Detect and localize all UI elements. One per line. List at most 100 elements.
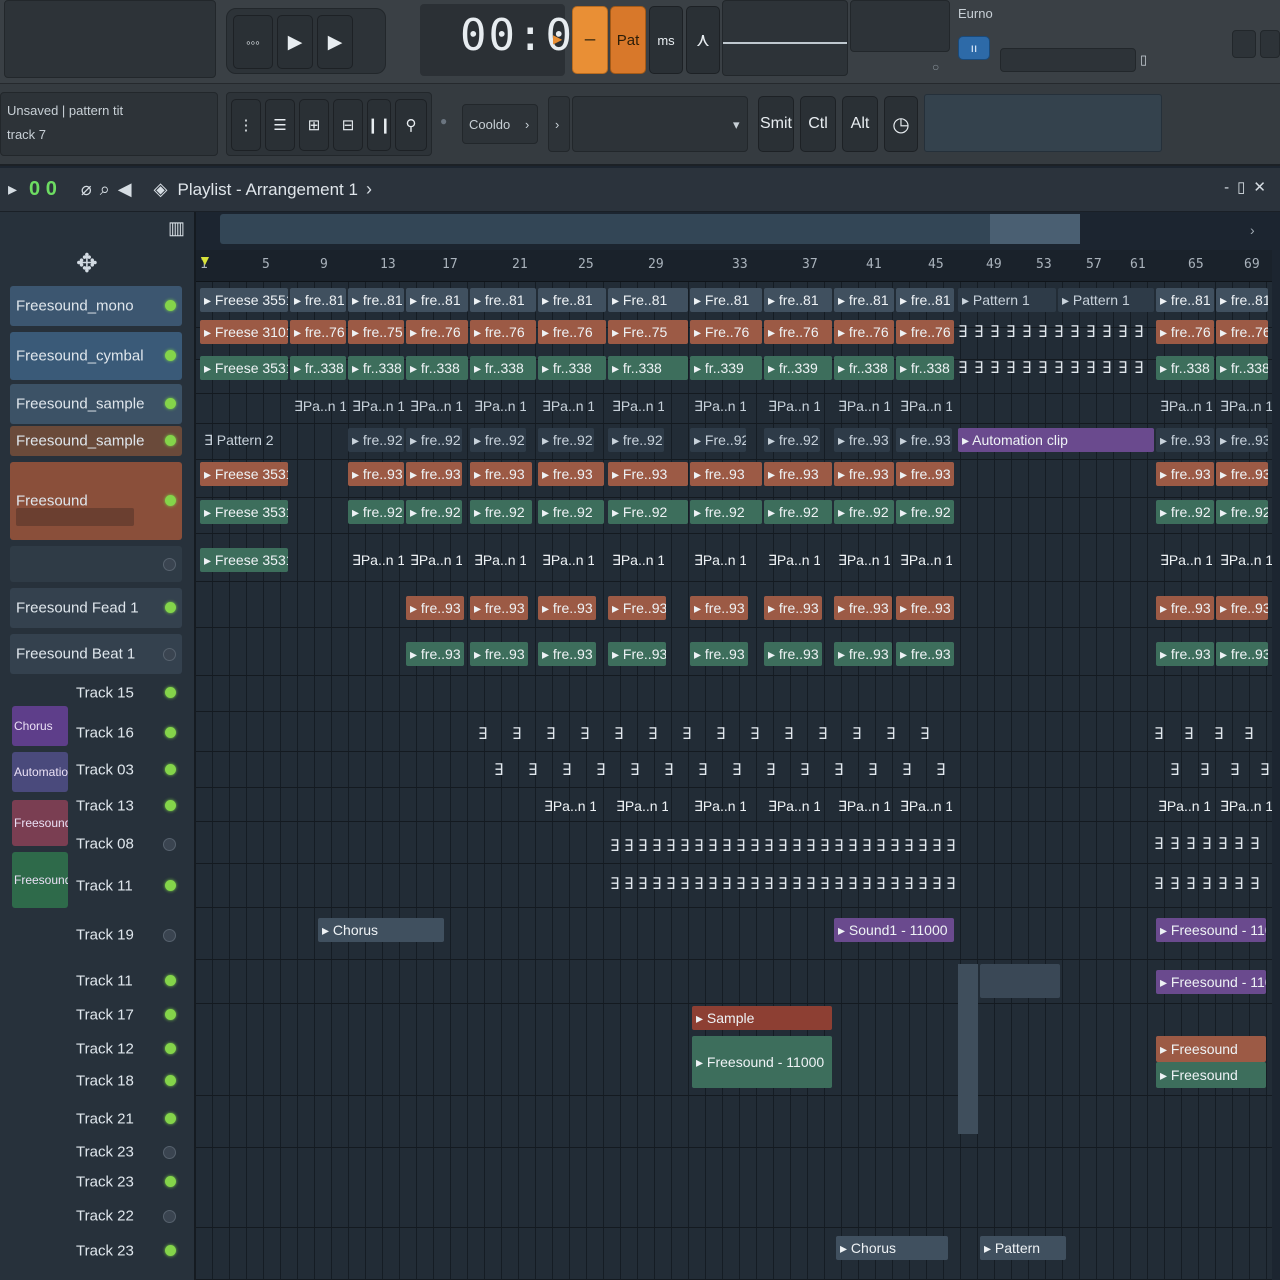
prev-icon[interactable]: ● (440, 114, 447, 128)
playlist-clip[interactable]: ▸ fre..93 (834, 462, 894, 486)
playlist-clip[interactable]: ▸ Freesound - 11000 (692, 1036, 832, 1088)
scroll-right-icon[interactable]: › (1250, 222, 1255, 238)
smit-button[interactable]: Smit (758, 96, 794, 152)
pattern-select[interactable]: Cooldo › (462, 104, 538, 144)
clock-icon[interactable]: ◷ (884, 96, 918, 152)
playlist-clip[interactable]: ▸ fre..76 (834, 320, 894, 344)
pattern-clip[interactable]: ∃Pa..n 1 (1216, 794, 1272, 818)
pattern-clip[interactable]: ∃Pa..n 1 (470, 548, 526, 572)
playlist-clip[interactable]: ▸ fre..75 (348, 320, 404, 344)
track-mute-led[interactable] (165, 495, 176, 506)
track-header[interactable]: Track 23 (70, 1140, 182, 1164)
track-mute-led[interactable] (165, 350, 176, 361)
playlist-clip[interactable]: ▸ fr..338 (348, 356, 404, 380)
arrows-icon[interactable]: ◈ (154, 179, 168, 200)
pattern-clip[interactable]: ∃Pa..n 1 (470, 394, 526, 418)
clip-swatch[interactable]: Freesound (12, 800, 68, 846)
pattern-clip[interactable]: ∃Pa..n 1 (834, 394, 890, 418)
layout-button-2[interactable] (1260, 30, 1280, 58)
playlist-clip[interactable]: ▸ fre..93 (1216, 462, 1268, 486)
playlist-row[interactable] (196, 712, 1272, 752)
playlist-clip[interactable]: ▸ fre..81 (406, 288, 468, 312)
playlist-clip[interactable]: ▸ fre..76 (290, 320, 346, 344)
playlist-row[interactable] (196, 960, 1272, 1004)
pattern-clip[interactable]: ∃Pa..n 1 (764, 548, 820, 572)
playlist-clip[interactable]: ▸ fre..81 (1216, 288, 1268, 312)
track-mute-led[interactable] (165, 300, 176, 311)
pattern-clip[interactable]: ∃Pa..n 1 (896, 394, 952, 418)
playlist-clip[interactable]: ▸ fre..93 (764, 642, 822, 666)
track-header[interactable]: Track 17 (70, 1000, 182, 1030)
track-mute-led[interactable] (165, 880, 176, 891)
clip-swatch[interactable]: Chorus (12, 706, 68, 746)
track-header[interactable]: Track 21 (70, 1102, 182, 1136)
playlist-clip[interactable]: ▸ fre..81 (290, 288, 346, 312)
pattern-clip[interactable]: ∃Pa..n 1 (896, 548, 952, 572)
playlist-clip[interactable]: ▸ fre..93 (406, 642, 464, 666)
track-header[interactable]: Freesound Fead 1 (10, 588, 182, 628)
track-mute-led[interactable] (165, 727, 176, 738)
track-header[interactable]: Freesound (10, 462, 182, 540)
clip-strip-2[interactable] (980, 964, 1060, 998)
pattern-clip[interactable]: ∃Pa..n 1 (1156, 548, 1212, 572)
playlist-row[interactable] (196, 864, 1272, 908)
speaker-icon[interactable]: ◀ (118, 179, 132, 200)
microphone-icon[interactable]: ⚲ (395, 99, 427, 151)
cpu-knob-icon[interactable]: ○ (932, 60, 939, 74)
stop-icon[interactable]: ▶ (317, 15, 353, 69)
pattern-mode-button[interactable]: Pat (610, 6, 646, 74)
playlist-clip[interactable]: ▸ Freesound - 11000 (1156, 970, 1266, 994)
playlist-clip[interactable]: ▸ Chorus (318, 918, 444, 942)
track-header[interactable]: Track 16 (70, 716, 182, 750)
playlist-clip[interactable]: ▸ fre..76 (1216, 320, 1268, 344)
playlist-clip[interactable]: ▸ fre..93 (1216, 642, 1268, 666)
close-icon[interactable]: ✕ (1253, 179, 1274, 196)
track-header[interactable]: Track 23 (70, 1166, 182, 1198)
playlist-clip[interactable]: ▸ Fre..93 (608, 596, 666, 620)
playlist-clip[interactable]: ▸ fre..92 (834, 500, 894, 524)
song-mode-button[interactable]: ◦◦◦ (233, 15, 273, 69)
track-header[interactable]: Freesound Beat 1 (10, 634, 182, 674)
track-header[interactable]: Track 12 (70, 1034, 182, 1064)
playlist-clip[interactable]: ▸ fre..76 (764, 320, 832, 344)
playlist-clip[interactable]: ▸ fre..92 (764, 500, 832, 524)
pattern-clip[interactable]: ∃Pa..n 1 (834, 548, 890, 572)
playlist-clip[interactable]: ▸ fre..93 (1156, 428, 1214, 452)
playlist-clip[interactable]: ▸ fre..92 (406, 428, 462, 452)
playlist-clip[interactable]: ▸ Freesound (1156, 1036, 1266, 1062)
track-mute-led[interactable] (165, 1113, 176, 1124)
playlist-clip[interactable]: ▸ fre..81 (538, 288, 606, 312)
playlist-clip[interactable]: ▸ fre..92 (538, 428, 594, 452)
track-header[interactable]: Track 23 (70, 1234, 182, 1268)
playlist-clip[interactable]: ▸ fre..93 (538, 462, 604, 486)
playlist-clip[interactable]: ▸ fre..92 (348, 428, 404, 452)
playlist-clip[interactable]: ▸ fre..76 (470, 320, 536, 344)
layout-button[interactable] (1232, 30, 1256, 58)
track-mute-led[interactable] (165, 435, 176, 446)
playlist-clip[interactable]: ▸ Pattern 1 (1058, 288, 1154, 312)
playlist-clip[interactable]: ▸ Freesound - 11000 (1156, 918, 1266, 942)
slice-tool-icon[interactable]: ⌀ (81, 179, 92, 200)
pattern-clip[interactable]: ∃Pa..n 1 (290, 394, 346, 418)
playlist-clip[interactable]: ▸ Fre..76 (690, 320, 762, 344)
pattern-clip[interactable]: ∃Pa..n 1 (834, 794, 890, 818)
playlist-clip[interactable]: ▸ Fre..75 (608, 320, 688, 344)
playhead-marker-icon[interactable]: ▼ (198, 252, 212, 268)
horizontal-scrollbar[interactable] (220, 214, 1080, 244)
pattern-clip[interactable]: ∃Pa..n 1 (348, 394, 404, 418)
metronome-icon[interactable]: ⋏ (686, 6, 720, 74)
playlist-clip[interactable]: ▸ fre..93 (690, 462, 762, 486)
playlist-clip[interactable]: ▸ Freesound (1156, 1062, 1266, 1088)
playlist-clip[interactable]: ▸ fre..81 (764, 288, 832, 312)
pattern-clip[interactable]: ∃Pa..n 1 (538, 394, 594, 418)
pattern-clip[interactable]: ∃Pa..n 1 (764, 394, 820, 418)
track-mute-led[interactable] (165, 398, 176, 409)
playlist-clip[interactable]: ▸ fre..93 (1156, 462, 1214, 486)
playlist-clip[interactable]: ▸ Sound1 - 11000 (834, 918, 954, 942)
playlist-clip[interactable]: ▸ fr..338 (290, 356, 346, 380)
playlist-clip[interactable]: ▸ fre..93 (348, 462, 404, 486)
pattern-clip[interactable]: ∃Pa..n 1 (690, 394, 746, 418)
timeline-ruler[interactable]: 1 5 9 13 17 21 25 29 33 37 41 45 49 53 57 61 65 69 ▼ (196, 250, 1272, 282)
playlist-clip[interactable]: ▸ fre..93 (1156, 642, 1214, 666)
playlist-clip[interactable]: ▸ fre..93 (834, 642, 892, 666)
